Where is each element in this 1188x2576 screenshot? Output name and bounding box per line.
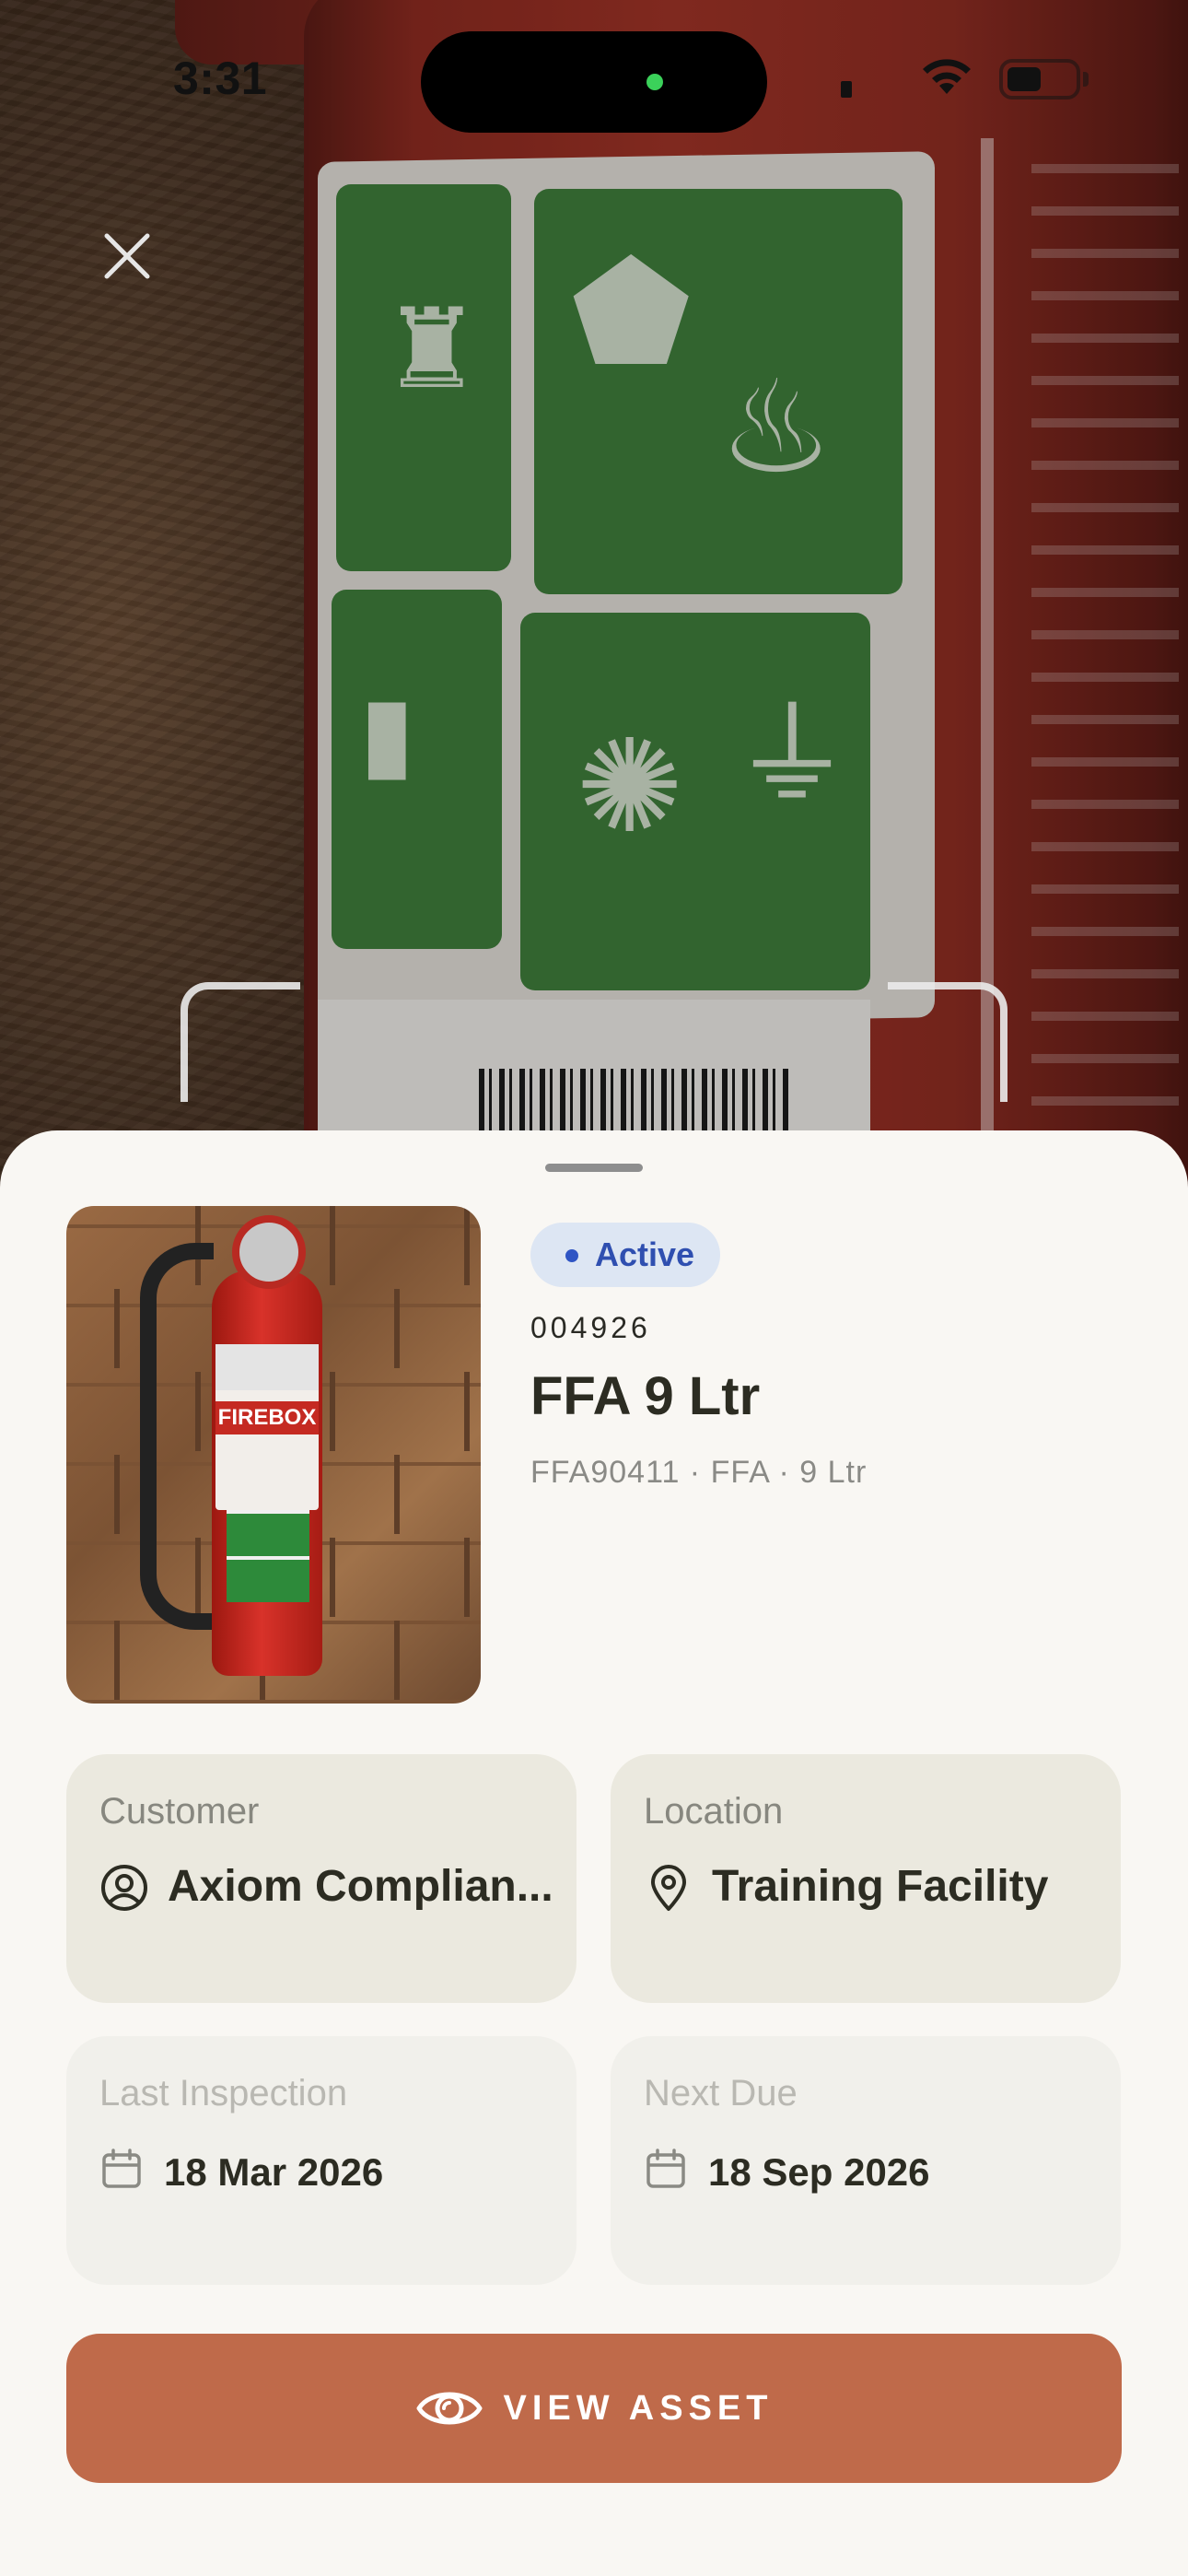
asset-name: FFA 9 Ltr <box>530 1366 761 1426</box>
battery-tip <box>1083 72 1089 87</box>
asset-bottom-sheet: FIREBOX Active 004926 FFA 9 Ltr FFA90411… <box>0 1130 1188 2576</box>
next-due-value: 18 Sep 2026 <box>708 2150 930 2194</box>
customer-card[interactable]: Customer Axiom Complian... <box>66 1754 577 2003</box>
last-inspection-card: Last Inspection 18 Mar 2026 <box>66 2036 577 2285</box>
battery-level <box>1007 67 1041 91</box>
last-inspection-value: 18 Mar 2026 <box>164 2150 384 2194</box>
extinguisher-label-band <box>215 1344 319 1390</box>
camera-dim-overlay <box>0 0 1188 1198</box>
dynamic-island <box>421 31 767 133</box>
asset-photo: FIREBOX <box>66 1206 481 1704</box>
user-circle-icon <box>101 1865 147 1911</box>
extinguisher-gauge <box>232 1215 306 1289</box>
status-badge: Active <box>530 1223 721 1287</box>
location-card[interactable]: Location Training Facility <box>611 1754 1121 2003</box>
calendar-icon <box>102 2149 141 2188</box>
map-pin-icon <box>651 1865 686 1911</box>
battery-icon <box>999 59 1080 100</box>
camera-viewfinder: ♜ ⬟ ♨ ▮ ✺ ⏚ <box>0 0 1188 1198</box>
asset-id: 004926 <box>530 1311 651 1344</box>
scan-frame-corner <box>888 982 1007 1102</box>
next-due-card: Next Due 18 Sep 2026 <box>611 2036 1121 2285</box>
status-dot <box>565 1249 578 1262</box>
status-time: 3:31 <box>173 53 268 104</box>
asset-meta: FFA90411 · FFA · 9 Ltr <box>530 1455 868 1490</box>
location-value: Training Facility <box>712 1862 1049 1911</box>
cellular-signal-icon <box>841 81 852 98</box>
last-inspection-label: Last Inspection <box>99 2073 348 2113</box>
calendar-icon <box>646 2149 685 2188</box>
view-asset-label: VIEW ASSET <box>503 2388 774 2428</box>
close-button[interactable] <box>92 221 162 291</box>
eye-icon <box>415 2383 483 2434</box>
view-asset-button[interactable]: VIEW ASSET <box>66 2334 1122 2483</box>
close-icon <box>104 233 150 279</box>
extinguisher-hose <box>140 1243 214 1630</box>
next-due-label: Next Due <box>644 2073 798 2113</box>
customer-label: Customer <box>99 1791 260 1832</box>
scan-frame-corner <box>181 982 300 1102</box>
location-label: Location <box>644 1791 784 1832</box>
extinguisher-brand: FIREBOX <box>215 1401 319 1434</box>
camera-indicator-dot <box>646 74 663 90</box>
status-badge-label: Active <box>595 1235 695 1273</box>
customer-value: Axiom Complian... <box>168 1862 553 1911</box>
wifi-icon <box>919 53 974 100</box>
sheet-grabber[interactable] <box>545 1164 643 1172</box>
extinguisher-pictograms <box>227 1510 309 1602</box>
